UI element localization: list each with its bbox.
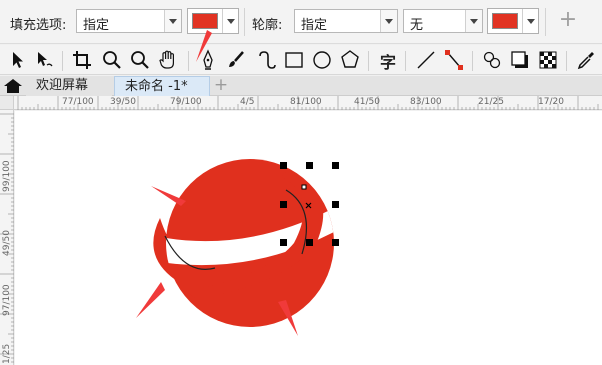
artwork bbox=[136, 159, 339, 336]
pan-tool-icon[interactable] bbox=[156, 48, 180, 72]
selection-node[interactable] bbox=[301, 184, 307, 190]
chevron-down-icon bbox=[164, 10, 181, 32]
fill-color-swatch bbox=[192, 13, 218, 29]
drawing-canvas[interactable] bbox=[15, 111, 602, 365]
connector-tool-icon[interactable] bbox=[442, 48, 466, 72]
ruler-label: 79/100 bbox=[170, 97, 202, 107]
separator bbox=[188, 51, 189, 71]
outline-type-dropdown[interactable]: 指定 bbox=[294, 9, 398, 33]
brush-tool-icon[interactable] bbox=[224, 48, 248, 72]
outline-color-swatch bbox=[492, 13, 518, 29]
fill-type-dropdown[interactable]: 指定 bbox=[76, 9, 182, 33]
line-tool-icon[interactable] bbox=[414, 48, 438, 72]
separator bbox=[368, 51, 369, 71]
spiral-tool-icon[interactable] bbox=[254, 48, 278, 72]
zoom-out-tool-icon[interactable] bbox=[128, 48, 152, 72]
ruler-origin[interactable] bbox=[0, 96, 14, 110]
pick-tool-icon[interactable] bbox=[6, 48, 30, 72]
ruler-label: 1/25 bbox=[2, 343, 12, 364]
ruler-label: 83/100 bbox=[410, 97, 442, 107]
ruler-label: 17/20 bbox=[538, 97, 564, 107]
ruler-label: 39/50 bbox=[110, 97, 136, 107]
chevron-down-icon bbox=[465, 10, 482, 32]
add-tab-icon[interactable]: + bbox=[210, 77, 232, 95]
crop-tool-icon[interactable] bbox=[70, 48, 94, 72]
ruler-label: 77/100 bbox=[62, 97, 94, 107]
ruler-label: 99/100 bbox=[2, 160, 12, 192]
separator bbox=[545, 8, 546, 36]
separator bbox=[62, 51, 63, 71]
pen-tool-icon[interactable] bbox=[196, 48, 220, 72]
chevron-down-icon bbox=[222, 9, 238, 33]
separator bbox=[405, 51, 406, 71]
ruler-label: 41/50 bbox=[354, 97, 380, 107]
ruler-label: 21/25 bbox=[478, 97, 504, 107]
text-tool-icon[interactable]: 字 bbox=[380, 49, 396, 73]
separator bbox=[472, 51, 473, 71]
freehand-pick-tool-icon[interactable] bbox=[32, 48, 56, 72]
ruler-label: 81/100 bbox=[290, 97, 322, 107]
chevron-down-icon bbox=[522, 9, 538, 33]
tab-document[interactable]: 未命名 -1* bbox=[114, 76, 210, 96]
chevron-down-icon bbox=[380, 10, 397, 32]
add-icon[interactable]: + bbox=[555, 8, 581, 34]
toolbox: 字 bbox=[0, 45, 602, 75]
outline-color-picker[interactable] bbox=[487, 8, 539, 34]
tab-home[interactable] bbox=[0, 76, 26, 96]
separator bbox=[566, 51, 567, 71]
horizontal-ruler[interactable]: 77/100 39/50 79/100 4/5 81/100 41/50 83/100 21/… bbox=[14, 96, 602, 110]
ruler-label: 97/100 bbox=[2, 284, 12, 316]
blend-tool-icon[interactable] bbox=[480, 48, 504, 72]
tab-welcome[interactable]: 欢迎屏幕 bbox=[26, 76, 112, 96]
fill-color-picker[interactable] bbox=[187, 8, 239, 34]
vertical-ruler[interactable]: 99/100 49/50 97/100 1/25 bbox=[0, 110, 14, 365]
separator bbox=[244, 8, 245, 36]
outline-width-dropdown[interactable]: 无 bbox=[403, 9, 483, 33]
ruler-label: 49/50 bbox=[2, 230, 12, 256]
outline-type-value: 指定 bbox=[301, 18, 328, 33]
ellipse-tool-icon[interactable] bbox=[310, 48, 334, 72]
document-tabbar: 欢迎屏幕 未命名 -1* + bbox=[0, 76, 602, 96]
transparency-tool-icon[interactable] bbox=[536, 48, 560, 72]
zoom-tool-icon[interactable] bbox=[100, 48, 124, 72]
outline-label: 轮廓: bbox=[252, 18, 283, 33]
app-window: 填充选项: 指定 轮廓: 指定 无 + 字 欢迎屏幕 未命名 -1* + 77/… bbox=[0, 0, 602, 365]
eyedropper-tool-icon[interactable] bbox=[574, 48, 598, 72]
rectangle-tool-icon[interactable] bbox=[282, 48, 306, 72]
outline-width-value: 无 bbox=[410, 18, 424, 33]
fill-options-label: 填充选项: bbox=[10, 18, 67, 33]
shadow-tool-icon[interactable] bbox=[508, 48, 532, 72]
home-icon bbox=[4, 79, 22, 93]
property-bar: 填充选项: 指定 轮廓: 指定 无 + bbox=[0, 0, 602, 44]
fill-type-value: 指定 bbox=[83, 18, 110, 33]
polygon-tool-icon[interactable] bbox=[338, 48, 362, 72]
ruler-label: 4/5 bbox=[240, 97, 255, 107]
